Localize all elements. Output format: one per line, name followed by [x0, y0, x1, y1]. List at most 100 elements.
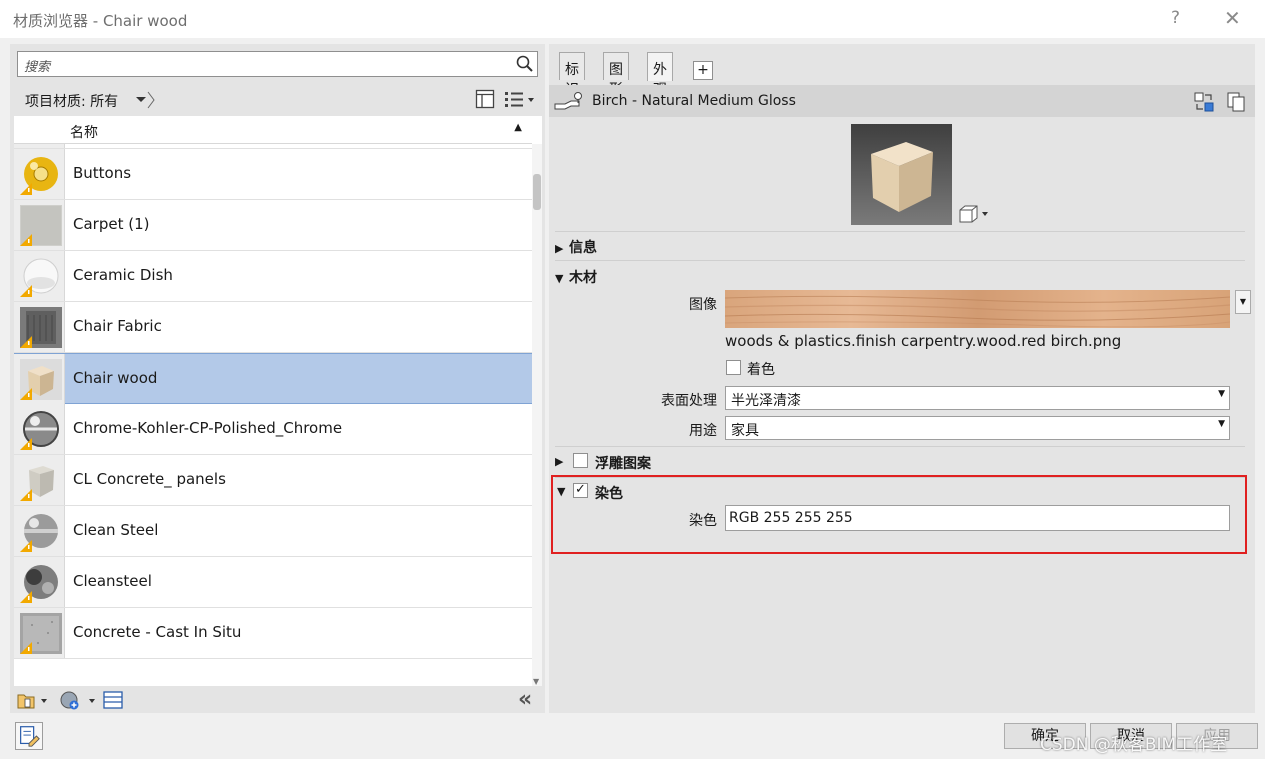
material-name: CL Concrete_ panels: [73, 470, 226, 488]
wood-texture-image[interactable]: [725, 290, 1230, 328]
image-dropdown-button[interactable]: ▼: [1235, 290, 1251, 314]
material-row[interactable]: CL Concrete_ panels: [14, 455, 532, 506]
warning-icon: [20, 642, 32, 654]
finish-label: 表面处理: [661, 393, 717, 409]
collapse-panel-icon[interactable]: «: [518, 687, 532, 712]
chevron-down-icon: ▼: [1218, 419, 1225, 429]
column-name-label: 名称: [70, 125, 98, 141]
thumbnail-cell: [14, 404, 65, 454]
image-filename[interactable]: woods & plastics.finish carpentry.wood.r…: [725, 332, 1121, 350]
use-value: 家具: [731, 423, 759, 439]
material-editor-panel: 标识 图形 外观 + Birch - Natural Medium Gloss: [549, 44, 1255, 713]
thumbnail-cell: [14, 302, 65, 352]
material-row[interactable]: Chair wood: [14, 353, 532, 404]
section-relief-title: 浮雕图案: [595, 456, 651, 472]
column-header[interactable]: 名称 ▲: [14, 116, 532, 144]
thumbnail-cell: [14, 149, 65, 199]
create-material-icon[interactable]: [58, 690, 98, 710]
asset-header: Birch - Natural Medium Gloss: [549, 85, 1255, 117]
library-toolbar: «: [14, 687, 542, 713]
tab-appearance[interactable]: 外观: [647, 52, 673, 98]
material-row[interactable]: Cleansteel: [14, 557, 532, 608]
material-name: Concrete - Cast In Situ: [73, 623, 242, 641]
thumbnail-cell: [14, 506, 65, 556]
title-bar: 材质浏览器 - Chair wood ? ✕: [0, 0, 1265, 38]
filter-dropdown-icon[interactable]: [133, 91, 157, 109]
warning-icon: [20, 540, 32, 552]
edit-material-icon[interactable]: [15, 722, 43, 750]
asset-name: Birch - Natural Medium Gloss: [592, 93, 796, 109]
section-wood-title: 木材: [569, 270, 597, 286]
material-name: Chair wood: [73, 369, 158, 387]
chevron-down-icon: ▼: [1218, 389, 1225, 399]
expand-icon: ▶: [555, 242, 564, 255]
finish-value: 半光泽清漆: [731, 393, 801, 409]
search-icon[interactable]: [515, 54, 535, 74]
section-wood[interactable]: ▼ 木材: [555, 267, 597, 287]
panel-layout-icon[interactable]: [475, 89, 495, 109]
material-name: Carpet (1): [73, 215, 150, 233]
scroll-down-icon[interactable]: ▼: [533, 677, 539, 686]
thumbnail-cell: [14, 200, 65, 250]
material-name: Ceramic Dish: [73, 266, 173, 284]
material-row[interactable]: Chair Fabric: [14, 302, 532, 353]
material-name: Buttons: [73, 164, 132, 182]
warning-icon: [20, 489, 32, 501]
material-row[interactable]: Ceramic Dish: [14, 251, 532, 302]
thumbnail-cell: [14, 354, 65, 404]
replace-asset-icon[interactable]: [1193, 91, 1215, 113]
warning-icon: [20, 183, 32, 195]
filter-bar: 项目材质: 所有: [15, 84, 540, 114]
divider: [555, 231, 1245, 232]
material-row[interactable]: Buttons: [14, 149, 532, 200]
preview-shape-dropdown[interactable]: [957, 202, 991, 224]
section-relief[interactable]: ▶: [555, 453, 569, 469]
search-field[interactable]: 搜索: [17, 51, 538, 77]
tab-identity[interactable]: 标识: [559, 52, 585, 98]
material-row[interactable]: Chrome-Kohler-CP-Polished_Chrome: [14, 404, 532, 455]
warning-icon: [20, 591, 32, 603]
dialog-footer: 确定 取消 应用 CSDN @秋客BIM工作室: [0, 716, 1265, 759]
material-list-panel: 搜索 项目材质: 所有 Brick, CommonButtonsCarpet (…: [10, 44, 545, 713]
list-scrollbar[interactable]: ▼: [532, 144, 542, 686]
sort-ascending-icon[interactable]: ▲: [514, 122, 522, 133]
watermark: CSDN @秋客BIM工作室: [1040, 735, 1228, 755]
thumbnail-cell: [14, 608, 65, 658]
show-library-icon[interactable]: [102, 690, 124, 710]
help-button[interactable]: ?: [1171, 8, 1180, 28]
relief-checkbox[interactable]: [573, 453, 588, 468]
colorize-label: 着色: [747, 362, 775, 378]
filter-label[interactable]: 项目材质: 所有: [25, 91, 118, 111]
material-name: Clean Steel: [73, 521, 159, 539]
open-library-icon[interactable]: [16, 690, 50, 710]
material-row[interactable]: Carpet (1): [14, 200, 532, 251]
section-info[interactable]: ▶ 信息: [555, 237, 597, 257]
material-name: Chair Fabric: [73, 317, 162, 335]
thumbnail-cell: [14, 251, 65, 301]
scrollbar-thumb[interactable]: [533, 174, 541, 210]
duplicate-asset-icon[interactable]: [1225, 91, 1247, 113]
thumbnail-cell: [14, 557, 65, 607]
colorize-checkbox[interactable]: [726, 360, 741, 375]
warning-icon: [20, 234, 32, 246]
finish-select[interactable]: 半光泽清漆 ▼: [725, 386, 1230, 410]
image-label: 图像: [689, 297, 717, 313]
warning-icon: [20, 285, 32, 297]
annotation-highlight-box: [551, 475, 1247, 554]
search-placeholder: 搜索: [24, 60, 51, 75]
view-options-icon[interactable]: [503, 89, 537, 109]
use-select[interactable]: 家具 ▼: [725, 416, 1230, 440]
warning-icon: [20, 336, 32, 348]
material-row[interactable]: Concrete - Cast In Situ: [14, 608, 532, 659]
add-asset-button[interactable]: +: [693, 61, 713, 80]
divider: [555, 260, 1245, 261]
section-info-title: 信息: [569, 240, 597, 256]
tab-graphics[interactable]: 图形: [603, 52, 629, 98]
window-title: 材质浏览器 - Chair wood: [13, 12, 188, 30]
material-preview: [851, 124, 952, 225]
close-button[interactable]: ✕: [1224, 6, 1241, 30]
asset-hand-icon: [554, 92, 582, 110]
material-row[interactable]: Clean Steel: [14, 506, 532, 557]
expand-icon: ▶: [555, 455, 564, 468]
material-name: Chrome-Kohler-CP-Polished_Chrome: [73, 419, 343, 437]
